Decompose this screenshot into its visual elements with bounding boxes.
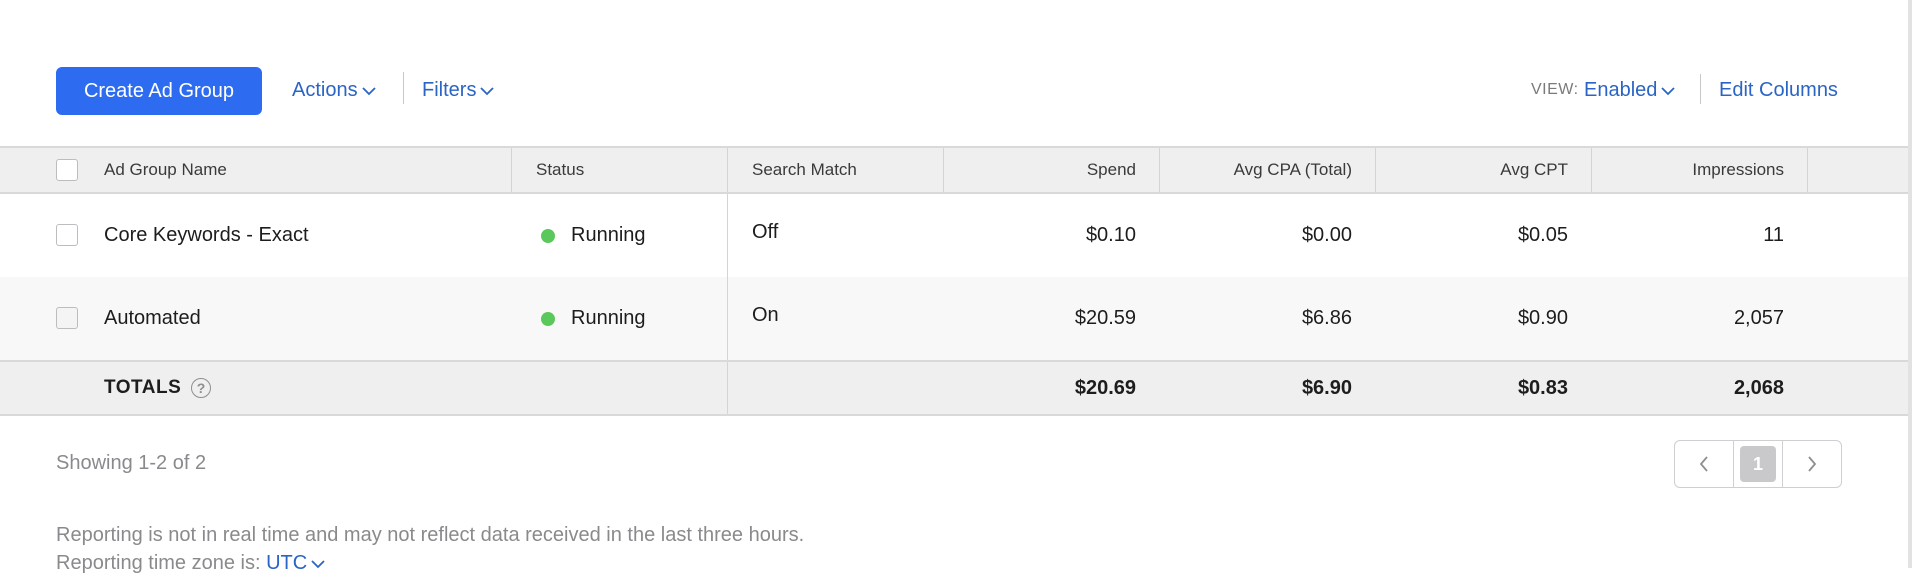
window-edge <box>1908 0 1912 568</box>
col-header-status[interactable]: Status <box>536 148 584 192</box>
col-header-search-match[interactable]: Search Match <box>752 148 857 192</box>
timezone-label: Reporting time zone is: <box>56 552 261 574</box>
column-divider <box>727 194 728 277</box>
avg-cpt-value: $0.90 <box>1517 307 1568 329</box>
prev-page-button[interactable] <box>1675 441 1733 487</box>
toolbar: Create Ad Group Actions Filters VIEW: En… <box>0 0 1912 146</box>
avg-cpt-value: $0.05 <box>1517 224 1568 246</box>
chevron-down-icon <box>361 86 376 95</box>
spend-value: $0.10 <box>1085 224 1136 246</box>
reporting-note: Reporting is not in real time and may no… <box>56 524 805 546</box>
toolbar-divider <box>403 72 404 104</box>
search-match-value[interactable]: Off <box>752 191 778 274</box>
total-spend: $20.69 <box>1074 376 1136 399</box>
search-match-value[interactable]: On <box>752 274 779 357</box>
next-page-button[interactable] <box>1783 441 1841 487</box>
current-page-number[interactable]: 1 <box>1740 446 1776 482</box>
avg-cpa-value: $0.00 <box>1301 224 1352 246</box>
actions-label: Actions <box>292 79 358 101</box>
col-header-name[interactable]: Ad Group Name <box>104 148 227 192</box>
ad-group-name[interactable]: Automated <box>104 277 201 360</box>
pagination: 1 <box>1674 440 1842 488</box>
impressions-value: 11 <box>1763 224 1784 246</box>
create-ad-group-button[interactable]: Create Ad Group <box>56 67 262 115</box>
table-row[interactable]: Core Keywords - Exact Running Off $0.10 … <box>0 194 1912 277</box>
page-number-cell: 1 <box>1734 446 1782 482</box>
row-checkbox[interactable] <box>56 224 78 246</box>
chevron-down-icon <box>311 559 325 568</box>
column-divider <box>511 148 512 192</box>
chevron-down-icon <box>480 86 495 95</box>
showing-count: Showing 1-2 of 2 <box>56 452 207 474</box>
table-header-row: Ad Group Name Status Search Match Spend … <box>0 146 1912 194</box>
totals-label: TOTALS <box>104 377 182 398</box>
status-cell: Running <box>541 194 646 277</box>
view-label: VIEW: <box>1531 81 1579 98</box>
timezone-value: UTC <box>266 552 308 574</box>
filters-dropdown[interactable]: Filters <box>422 79 495 102</box>
select-all-checkbox[interactable] <box>56 159 78 181</box>
view-value: Enabled <box>1584 79 1658 101</box>
total-avg-cpt: $0.83 <box>1517 376 1568 399</box>
question-circle-icon[interactable]: ? <box>191 378 212 398</box>
chevron-down-icon <box>1661 86 1676 95</box>
running-status-dot-icon <box>541 228 555 243</box>
chevron-left-icon <box>1699 456 1708 472</box>
total-avg-cpa: $6.90 <box>1301 376 1352 399</box>
timezone-line: Reporting time zone is: UTC <box>56 552 325 575</box>
edit-columns-link[interactable]: Edit Columns <box>1719 79 1838 102</box>
col-header-impressions[interactable]: Impressions <box>1591 148 1784 192</box>
row-checkbox[interactable] <box>56 307 78 329</box>
toolbar-divider <box>1700 74 1701 104</box>
filters-label: Filters <box>422 79 477 101</box>
table-row[interactable]: Automated Running On $20.59 $6.86 $0.90 … <box>0 277 1912 360</box>
actions-dropdown[interactable]: Actions <box>292 79 376 102</box>
impressions-value: 2,057 <box>1733 307 1784 329</box>
column-divider <box>727 148 728 192</box>
avg-cpa-value: $6.86 <box>1301 307 1352 329</box>
totals-row: TOTALS ? $20.69 $6.90 $0.83 2,068 <box>0 360 1912 416</box>
column-divider <box>1807 148 1808 192</box>
column-divider <box>727 277 728 360</box>
spend-value: $20.59 <box>1074 307 1136 329</box>
view-dropdown[interactable]: Enabled <box>1584 79 1676 102</box>
status-text: Running <box>571 307 646 329</box>
status-cell: Running <box>541 277 646 360</box>
totals-cell: TOTALS ? <box>104 362 212 414</box>
running-status-dot-icon <box>541 311 555 326</box>
column-divider <box>727 362 728 414</box>
timezone-dropdown[interactable]: UTC <box>266 552 325 575</box>
chevron-right-icon <box>1808 456 1817 472</box>
total-impressions: 2,068 <box>1733 376 1784 399</box>
col-header-avg-cpt[interactable]: Avg CPT <box>1375 148 1568 192</box>
col-header-avg-cpa[interactable]: Avg CPA (Total) <box>1159 148 1352 192</box>
ad-group-name[interactable]: Core Keywords - Exact <box>104 194 309 277</box>
col-header-spend[interactable]: Spend <box>943 148 1136 192</box>
status-text: Running <box>571 224 646 246</box>
